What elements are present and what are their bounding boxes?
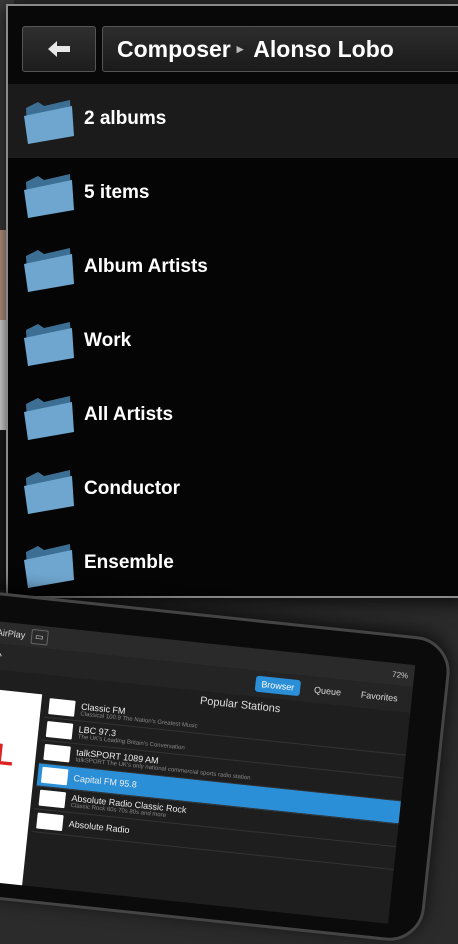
station-thumbnail bbox=[40, 766, 69, 786]
composer-browser-window: Composer ▸ Alonso Lobo 2 albums 5 items bbox=[6, 4, 458, 598]
folder-icon bbox=[24, 470, 74, 514]
folder-icon bbox=[24, 248, 74, 292]
folder-row-work[interactable]: Work bbox=[8, 306, 458, 380]
folder-label: Work bbox=[84, 330, 132, 351]
folder-icon bbox=[24, 100, 74, 144]
station-name: Absolute Radio bbox=[68, 818, 131, 836]
tablet-screen: / AirPlay ▭ 72% ↶ Browser Queue Favorite… bbox=[0, 620, 416, 924]
folder-label: Album Artists bbox=[84, 256, 208, 277]
tab-browser[interactable]: Browser bbox=[254, 675, 302, 697]
back-button[interactable] bbox=[22, 26, 96, 72]
tab-queue[interactable]: Queue bbox=[307, 681, 347, 701]
folder-label: 2 albums bbox=[84, 108, 167, 129]
folder-row-albums[interactable]: 2 albums bbox=[8, 84, 458, 158]
station-thumbnail bbox=[36, 812, 64, 832]
folder-list: 2 albums 5 items Album Artists Work All … bbox=[8, 84, 458, 596]
folder-label: All Artists bbox=[84, 404, 174, 425]
breadcrumb: Composer ▸ Alonso Lobo bbox=[102, 26, 458, 72]
header-bar: Composer ▸ Alonso Lobo bbox=[8, 6, 458, 84]
breadcrumb-item-composer[interactable]: Composer bbox=[117, 36, 231, 63]
airplay-icon[interactable]: ▭ bbox=[30, 628, 49, 646]
airplay-label[interactable]: / AirPlay bbox=[0, 627, 26, 640]
folder-row-ensemble[interactable]: Ensemble bbox=[8, 528, 458, 596]
folder-label: Ensemble bbox=[84, 552, 174, 573]
folder-icon bbox=[24, 322, 74, 366]
folder-row-items[interactable]: 5 items bbox=[8, 158, 458, 232]
station-thumbnail bbox=[48, 698, 76, 717]
station-name: Capital FM 95.8 bbox=[73, 773, 138, 790]
folder-icon bbox=[24, 544, 74, 588]
battery-status: 72% bbox=[391, 669, 409, 680]
back-arrow-icon bbox=[48, 41, 70, 57]
station-thumbnail bbox=[45, 721, 74, 740]
tablet-device: / AirPlay ▭ 72% ↶ Browser Queue Favorite… bbox=[0, 585, 454, 944]
folder-label: 5 items bbox=[84, 182, 150, 203]
tab-favorites[interactable]: Favorites bbox=[354, 686, 404, 707]
breadcrumb-item-current[interactable]: Alonso Lobo bbox=[253, 36, 394, 63]
folder-row-all-artists[interactable]: All Artists bbox=[8, 380, 458, 454]
station-thumbnail bbox=[38, 789, 67, 809]
folder-row-conductor[interactable]: Conductor bbox=[8, 454, 458, 528]
folder-icon bbox=[24, 396, 74, 440]
breadcrumb-separator-icon: ▸ bbox=[236, 41, 244, 56]
station-thumbnail bbox=[43, 743, 71, 763]
folder-icon bbox=[24, 174, 74, 218]
folder-label: Conductor bbox=[84, 478, 181, 499]
folder-row-album-artists[interactable]: Album Artists bbox=[8, 232, 458, 306]
undo-icon[interactable]: ↶ bbox=[0, 649, 3, 664]
